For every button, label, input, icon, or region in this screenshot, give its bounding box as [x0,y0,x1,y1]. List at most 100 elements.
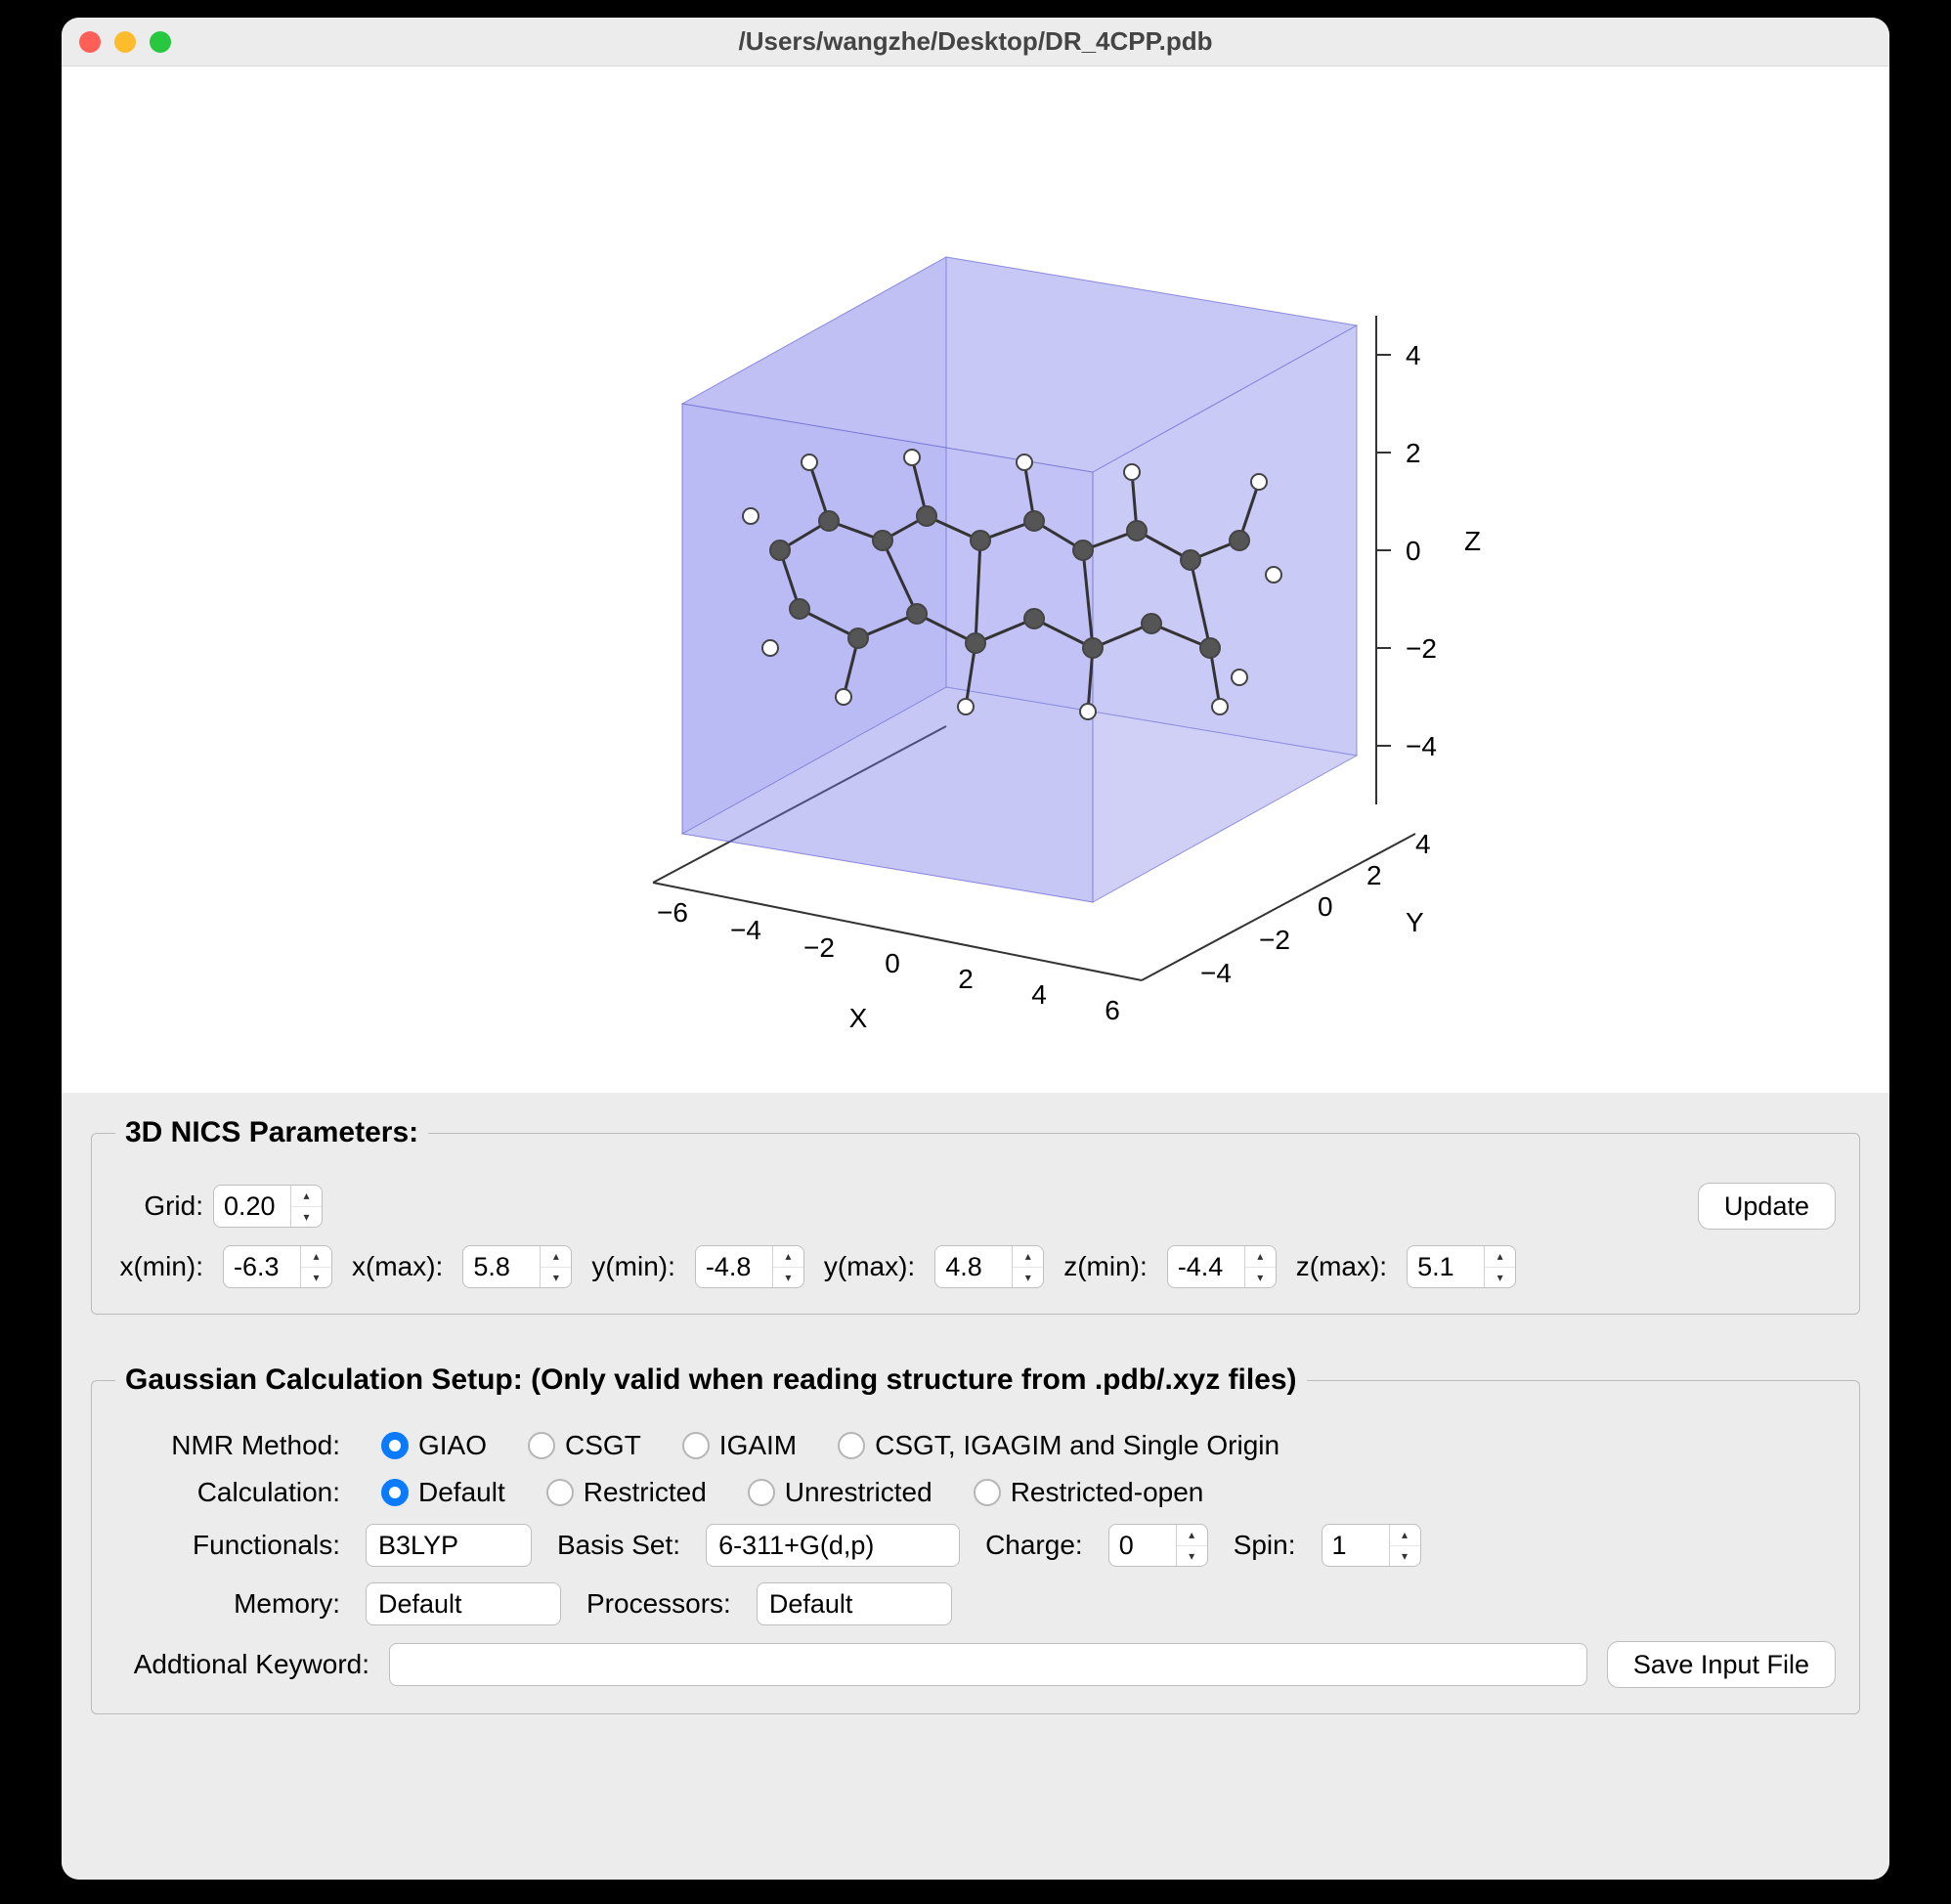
gaussian-legend: Gaussian Calculation Setup: (Only valid … [115,1363,1307,1397]
radio-label: Restricted-open [1011,1477,1204,1508]
stepper-arrows-icon[interactable]: ▴▾ [1176,1525,1207,1566]
y-tick: 2 [1366,860,1382,890]
x-tick: −4 [730,915,761,945]
radio-label: IGAIM [719,1430,797,1461]
z-tick: −2 [1406,633,1437,664]
x-tick: −6 [657,897,688,928]
zmin-stepper[interactable]: ▴▾ [1167,1245,1277,1288]
additional-keyword-input[interactable] [389,1643,1587,1686]
ymax-stepper[interactable]: ▴▾ [934,1245,1044,1288]
radio-label: GIAO [418,1430,487,1461]
stepper-arrows-icon[interactable]: ▴▾ [290,1186,322,1227]
zoom-icon[interactable] [150,31,171,53]
calc-unrestricted-radio[interactable]: Unrestricted [748,1477,932,1508]
radio-label: CSGT [565,1430,641,1461]
grid-input[interactable] [214,1186,290,1227]
zmax-stepper[interactable]: ▴▾ [1407,1245,1516,1288]
spin-label: Spin: [1234,1530,1296,1561]
radio-label: CSGT, IGAGIM and Single Origin [875,1430,1279,1461]
processors-input[interactable] [757,1582,952,1625]
ymin-label: y(min): [591,1251,675,1282]
zmin-label: z(min): [1063,1251,1148,1282]
calc-restricted-open-radio[interactable]: Restricted-open [974,1477,1204,1508]
x-tick: 2 [958,964,974,994]
x-tick: 6 [1105,995,1120,1025]
processors-label: Processors: [586,1588,731,1620]
zmax-label: z(max): [1296,1251,1387,1282]
charge-input[interactable] [1109,1525,1176,1566]
nmr-giao-radio[interactable]: GIAO [381,1430,487,1461]
calc-restricted-radio[interactable]: Restricted [546,1477,707,1508]
y-tick: −4 [1200,958,1232,988]
gaussian-setup-group: Gaussian Calculation Setup: (Only valid … [91,1363,1860,1714]
charge-stepper[interactable]: ▴▾ [1108,1524,1208,1567]
nmr-igaim-radio[interactable]: IGAIM [682,1430,797,1461]
y-tick: 0 [1318,891,1333,922]
radio-label: Restricted [584,1477,707,1508]
window-controls [79,31,171,53]
stepper-arrows-icon[interactable]: ▴▾ [1012,1246,1043,1287]
xmax-stepper[interactable]: ▴▾ [462,1245,572,1288]
nmr-all-radio[interactable]: CSGT, IGAGIM and Single Origin [838,1430,1279,1461]
functionals-input[interactable] [366,1524,532,1567]
z-tick: 2 [1406,438,1421,468]
basis-set-input[interactable] [706,1524,960,1567]
minimize-icon[interactable] [114,31,136,53]
memory-label: Memory: [115,1588,340,1620]
z-tick: 0 [1406,536,1421,566]
stepper-arrows-icon[interactable]: ▴▾ [772,1246,803,1287]
calculation-label: Calculation: [115,1477,340,1508]
controls-panel: 3D NICS Parameters: Grid: ▴▾ Update x(mi… [62,1093,1889,1880]
y-axis-label: Y [1406,907,1424,937]
radio-label: Unrestricted [785,1477,932,1508]
ymin-input[interactable] [696,1246,772,1287]
z-axis-label: Z [1464,526,1481,556]
update-button[interactable]: Update [1698,1183,1836,1230]
x-tick: −2 [803,932,835,963]
xmin-label: x(min): [115,1251,203,1282]
memory-input[interactable] [366,1582,561,1625]
spin-input[interactable] [1322,1525,1389,1566]
additional-keyword-label: Addtional Keyword: [115,1649,369,1680]
ymax-input[interactable] [935,1246,1012,1287]
molecule-3d-plot[interactable]: 4 2 0 −2 −4 Z 4 2 0 −2 −4 Y −6 −4 −2 [438,130,1513,1029]
close-icon[interactable] [79,31,101,53]
functionals-label: Functionals: [115,1530,340,1561]
stepper-arrows-icon[interactable]: ▴▾ [1389,1525,1420,1566]
zmin-input[interactable] [1168,1246,1244,1287]
z-tick: −4 [1406,731,1437,761]
stepper-arrows-icon[interactable]: ▴▾ [300,1246,331,1287]
x-axis-label: X [849,1003,868,1029]
nics-legend: 3D NICS Parameters: [115,1116,428,1149]
z-tick: 4 [1406,340,1421,370]
x-tick: 4 [1031,979,1047,1010]
y-tick: 4 [1415,829,1431,859]
nmr-csgt-radio[interactable]: CSGT [528,1430,641,1461]
zmax-input[interactable] [1408,1246,1484,1287]
basis-set-label: Basis Set: [557,1530,680,1561]
nmr-method-label: NMR Method: [115,1430,340,1461]
radio-label: Default [418,1477,505,1508]
calc-default-radio[interactable]: Default [381,1477,505,1508]
charge-label: Charge: [985,1530,1083,1561]
stepper-arrows-icon[interactable]: ▴▾ [1484,1246,1515,1287]
nics-parameters-group: 3D NICS Parameters: Grid: ▴▾ Update x(mi… [91,1116,1860,1315]
y-tick: −2 [1259,925,1290,955]
xmin-input[interactable] [224,1246,300,1287]
stepper-arrows-icon[interactable]: ▴▾ [540,1246,571,1287]
window-title: /Users/wangzhe/Desktop/DR_4CPP.pdb [62,26,1889,57]
plot-area[interactable]: 4 2 0 −2 −4 Z 4 2 0 −2 −4 Y −6 −4 −2 [62,66,1889,1093]
bounding-box [682,257,1357,902]
x-tick: 0 [885,948,900,978]
titlebar: /Users/wangzhe/Desktop/DR_4CPP.pdb [62,18,1889,66]
grid-stepper[interactable]: ▴▾ [213,1185,323,1228]
app-window: /Users/wangzhe/Desktop/DR_4CPP.pdb [62,18,1889,1880]
save-input-file-button[interactable]: Save Input File [1607,1641,1836,1688]
xmax-input[interactable] [463,1246,540,1287]
ymax-label: y(max): [824,1251,915,1282]
xmax-label: x(max): [352,1251,443,1282]
stepper-arrows-icon[interactable]: ▴▾ [1244,1246,1276,1287]
xmin-stepper[interactable]: ▴▾ [223,1245,332,1288]
spin-stepper[interactable]: ▴▾ [1322,1524,1421,1567]
ymin-stepper[interactable]: ▴▾ [695,1245,804,1288]
